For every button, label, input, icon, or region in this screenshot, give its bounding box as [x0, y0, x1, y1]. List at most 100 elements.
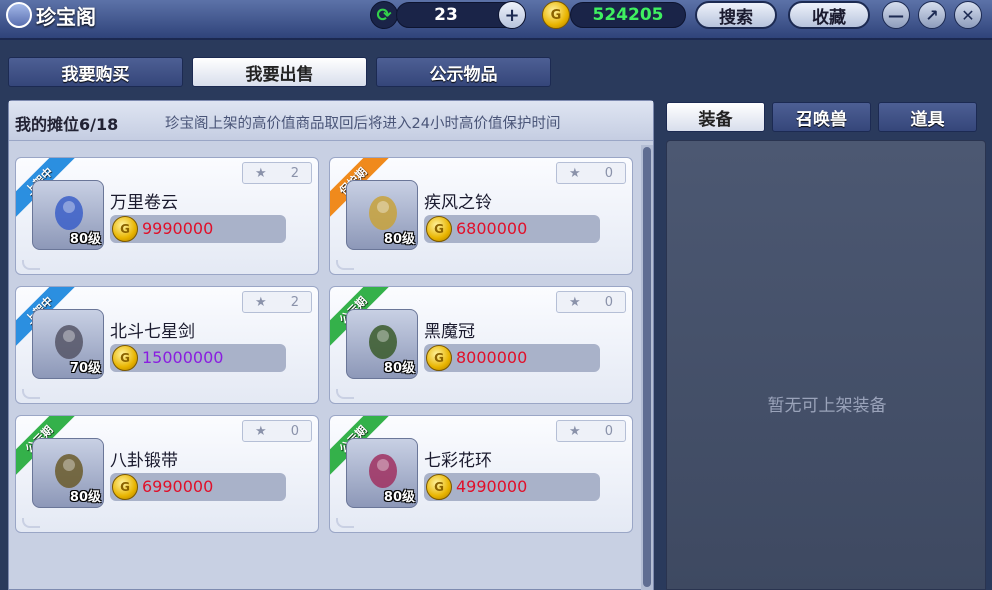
app-title-area: 珍宝阁 — [0, 2, 96, 29]
favorites-value: 2 — [290, 294, 299, 310]
add-icon[interactable]: + — [498, 1, 526, 29]
wreath-icon — [369, 454, 397, 488]
star-icon: ★ — [569, 165, 581, 181]
favorites-button[interactable]: 收藏 — [788, 1, 870, 29]
minimize-icon[interactable]: — — [882, 1, 910, 29]
item-name: 疾风之铃 — [424, 193, 492, 213]
corner-decoration — [336, 518, 354, 528]
corner-decoration — [336, 389, 354, 399]
corner-decoration — [336, 260, 354, 270]
item-thumbnail[interactable]: 80级 — [32, 180, 104, 250]
gold-coin-icon: G — [426, 345, 452, 371]
gold-coin-icon: G — [112, 474, 138, 500]
star-icon: ★ — [255, 423, 267, 439]
item-level: 80级 — [69, 232, 101, 247]
belt-icon — [55, 454, 83, 488]
item-name: 黑魔冠 — [424, 322, 475, 342]
item-price: 9990000 — [142, 219, 214, 238]
scroll-thumb[interactable] — [643, 147, 651, 587]
stall-notice: 珍宝阁上架的高价值商品取回后将进入24小时高价值保护时间 — [165, 116, 561, 132]
corner-decoration — [22, 260, 40, 270]
stall-header: 我的摊位6/18 珍宝阁上架的高价值商品取回后将进入24小时高价值保护时间 — [9, 101, 653, 141]
empty-message: 暂无可上架装备 — [767, 396, 887, 416]
item-thumbnail[interactable]: 80级 — [346, 438, 418, 508]
tab-summoned-beast[interactable]: 召唤兽 — [772, 102, 871, 132]
item-price: 6990000 — [142, 477, 214, 496]
star-icon: ★ — [569, 294, 581, 310]
counter-value: 23 — [434, 5, 458, 25]
item-card[interactable]: 上架中 ★ 2 80级 万里卷云 G 9990000 — [15, 157, 319, 275]
gold-coin-icon: G — [542, 1, 570, 29]
gold-coin-icon: G — [426, 216, 452, 242]
favorites-value: 0 — [604, 423, 613, 439]
favorites-count: ★ 0 — [242, 420, 312, 442]
app-title: 珍宝阁 — [36, 4, 96, 29]
item-thumbnail[interactable]: 80级 — [346, 180, 418, 250]
item-card[interactable]: 上架中 ★ 2 70级 北斗七星剑 G 15000000 — [15, 286, 319, 404]
gold-display: 524205 — [570, 2, 686, 28]
favorites-count: ★ 0 — [556, 291, 626, 313]
item-card[interactable]: 保护期 ★ 0 80级 疾风之铃 G 6800000 — [329, 157, 633, 275]
item-level: 80级 — [383, 232, 415, 247]
gold-coin-icon: G — [112, 345, 138, 371]
whip-icon — [55, 196, 83, 230]
price-box: G 9990000 — [110, 215, 286, 243]
favorites-count: ★ 0 — [556, 162, 626, 184]
tab-buy[interactable]: 我要购买 — [8, 57, 183, 87]
crown-icon — [369, 325, 397, 359]
item-level: 80级 — [383, 361, 415, 376]
tab-props[interactable]: 道具 — [878, 102, 977, 132]
item-thumbnail[interactable]: 80级 — [32, 438, 104, 508]
app-logo-icon — [6, 2, 32, 28]
star-icon: ★ — [255, 165, 267, 181]
favorites-value: 2 — [290, 165, 299, 181]
stall-panel: 我的摊位6/18 珍宝阁上架的高价值商品取回后将进入24小时高价值保护时间 上架… — [8, 100, 654, 590]
price-box: G 8000000 — [424, 344, 600, 372]
title-bar: 珍宝阁 ⟳ 23 + G 524205 搜索 收藏 — ↗ ✕ — [0, 0, 992, 40]
price-box: G 6800000 — [424, 215, 600, 243]
close-icon[interactable]: ✕ — [954, 1, 982, 29]
item-card[interactable]: 公示期 ★ 0 80级 七彩花环 G 4990000 — [329, 415, 633, 533]
favorites-value: 0 — [604, 294, 613, 310]
tab-sell[interactable]: 我要出售 — [192, 57, 367, 87]
price-box: G 6990000 — [110, 473, 286, 501]
favorites-count: ★ 2 — [242, 291, 312, 313]
search-button[interactable]: 搜索 — [695, 1, 777, 29]
item-price: 8000000 — [456, 348, 528, 367]
item-name: 七彩花环 — [424, 451, 492, 471]
item-thumbnail[interactable]: 80级 — [346, 309, 418, 379]
item-name: 万里卷云 — [110, 193, 178, 213]
gold-amount: 524205 — [592, 5, 664, 25]
popout-icon[interactable]: ↗ — [918, 1, 946, 29]
corner-decoration — [22, 389, 40, 399]
item-thumbnail[interactable]: 70级 — [32, 309, 104, 379]
price-box: G 4990000 — [424, 473, 600, 501]
item-name: 八卦锻带 — [110, 451, 178, 471]
price-box: G 15000000 — [110, 344, 286, 372]
item-card[interactable]: 公示期 ★ 0 80级 八卦锻带 G 6990000 — [15, 415, 319, 533]
sword-icon — [55, 325, 83, 359]
item-level: 80级 — [383, 490, 415, 505]
item-card[interactable]: 公示期 ★ 0 80级 黑魔冠 G 8000000 — [329, 286, 633, 404]
item-price: 6800000 — [456, 219, 528, 238]
stall-count: 我的摊位6/18 — [15, 115, 119, 134]
star-icon: ★ — [569, 423, 581, 439]
bell-icon — [369, 196, 397, 230]
tab-public-items[interactable]: 公示物品 — [376, 57, 551, 87]
item-price: 15000000 — [142, 348, 224, 367]
corner-decoration — [22, 518, 40, 528]
item-name: 北斗七星剑 — [110, 322, 195, 342]
inventory-panel: 暂无可上架装备 — [666, 140, 986, 590]
stall-scrollbar[interactable] — [641, 145, 653, 590]
item-level: 80级 — [69, 490, 101, 505]
star-icon: ★ — [255, 294, 267, 310]
refresh-icon[interactable]: ⟳ — [370, 1, 398, 29]
gold-coin-icon: G — [426, 474, 452, 500]
favorites-value: 0 — [290, 423, 299, 439]
gold-coin-icon: G — [112, 216, 138, 242]
item-level: 70级 — [69, 361, 101, 376]
tab-equipment[interactable]: 装备 — [666, 102, 765, 132]
item-price: 4990000 — [456, 477, 528, 496]
favorites-count: ★ 0 — [556, 420, 626, 442]
favorites-value: 0 — [604, 165, 613, 181]
